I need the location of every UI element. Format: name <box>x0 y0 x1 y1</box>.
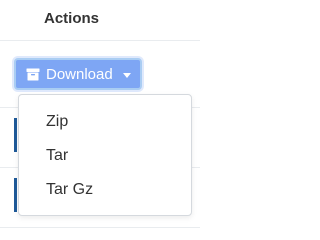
row-action-button-edge[interactable] <box>14 178 17 212</box>
row-divider <box>0 227 200 228</box>
download-button[interactable]: Download <box>14 58 142 90</box>
download-dropdown-menu: Zip Tar Tar Gz <box>18 94 192 216</box>
actions-column-header: Actions <box>44 10 100 27</box>
menu-item-tar[interactable]: Tar <box>19 139 191 173</box>
caret-down-icon <box>122 72 131 78</box>
menu-item-zip[interactable]: Zip <box>19 105 191 139</box>
table-header: Actions <box>0 0 200 41</box>
row-action-button-edge[interactable] <box>14 118 17 152</box>
download-button-label: Download <box>46 65 113 83</box>
archive-icon <box>26 68 40 80</box>
menu-item-tar-gz[interactable]: Tar Gz <box>19 173 191 207</box>
